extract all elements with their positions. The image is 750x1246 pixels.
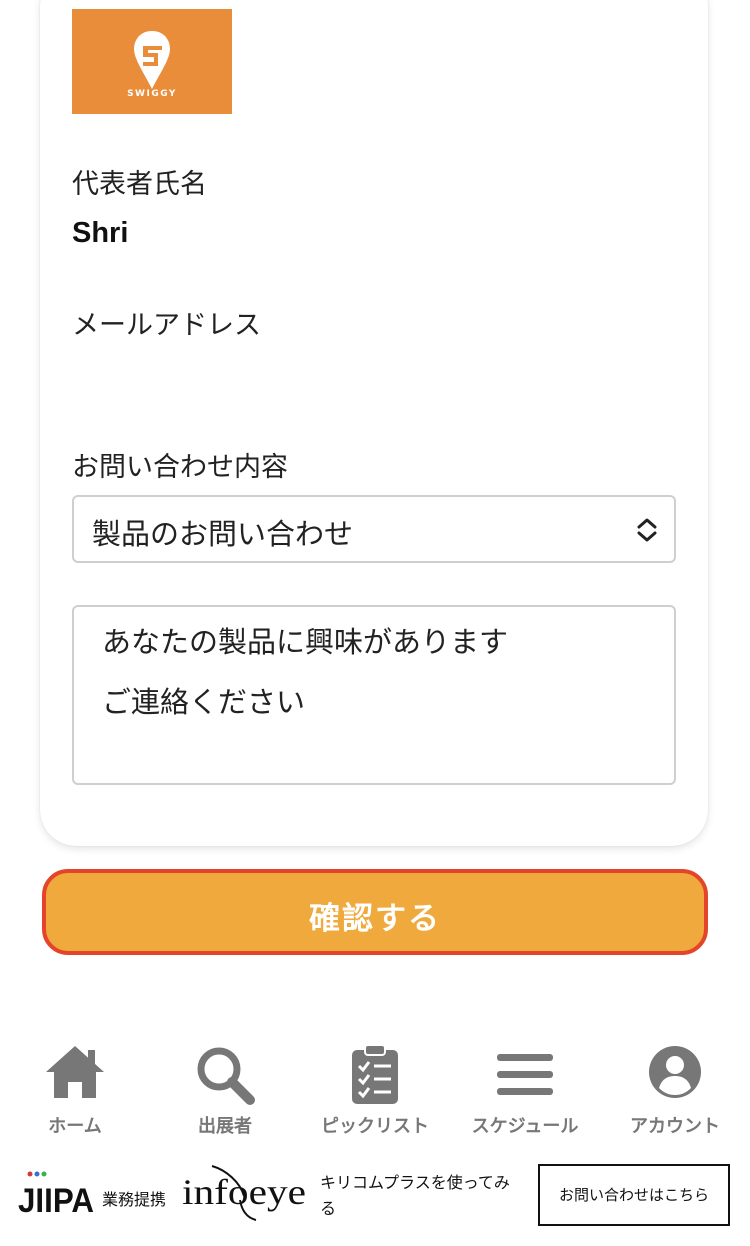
rep-name-label: 代表者氏名 — [72, 169, 207, 200]
svg-text:infoeye: infoeye — [182, 1172, 306, 1212]
svg-text:JIIPA: JIIPA — [18, 1182, 94, 1220]
footer: JIIPA 業務提携 infoeye キリコムプラスを使ってみる お問い合わせは… — [0, 1150, 750, 1246]
nav-label-home: ホーム — [48, 1116, 102, 1137]
home-icon — [46, 1046, 104, 1098]
account-icon — [649, 1046, 701, 1098]
jiipa-logo[interactable]: JIIPA — [18, 1164, 96, 1220]
inquiry-label: お問い合わせ内容 — [72, 452, 288, 483]
checklist-icon — [352, 1044, 398, 1104]
contact-button-label: お問い合わせはこちら — [558, 1186, 709, 1204]
email-label: メールアドレス — [72, 310, 261, 341]
message-line-2: ご連絡ください — [102, 685, 306, 719]
confirm-button-label: 確認する — [309, 901, 441, 937]
logo-text: SWIGGY — [127, 89, 177, 99]
nav-label-exhibitors: 出展者 — [198, 1116, 252, 1137]
inquiry-select-value: 製品のお問い合わせ — [92, 517, 354, 551]
search-icon — [197, 1047, 255, 1105]
nav-label-picklist: ピックリスト — [321, 1116, 429, 1137]
kirico-link[interactable]: キリコムプラスを使ってみる — [320, 1170, 520, 1222]
nav-label-schedule: スケジュール — [471, 1116, 579, 1137]
menu-icon — [497, 1054, 553, 1095]
inquiry-select[interactable]: 製品のお問い合わせ — [72, 495, 676, 563]
chevron-up-down-icon — [637, 518, 657, 542]
nav-label-account: アカウント — [630, 1116, 720, 1137]
infoeye-logo[interactable]: infoeye — [182, 1160, 312, 1224]
confirm-button[interactable]: 確認する — [42, 869, 708, 955]
partnership-text: 業務提携 — [102, 1190, 167, 1209]
rep-name-value: Shri — [72, 217, 129, 249]
bottom-nav: ホーム 出展者 ピックリスト スケジュール アカウント — [0, 1024, 750, 1148]
message-textarea[interactable]: あなたの製品に興味があります ご連絡ください — [72, 605, 676, 785]
company-logo: SWIGGY — [72, 9, 232, 114]
contact-button[interactable]: お問い合わせはこちら — [538, 1164, 730, 1226]
message-line-1: あなたの製品に興味があります — [102, 625, 509, 659]
